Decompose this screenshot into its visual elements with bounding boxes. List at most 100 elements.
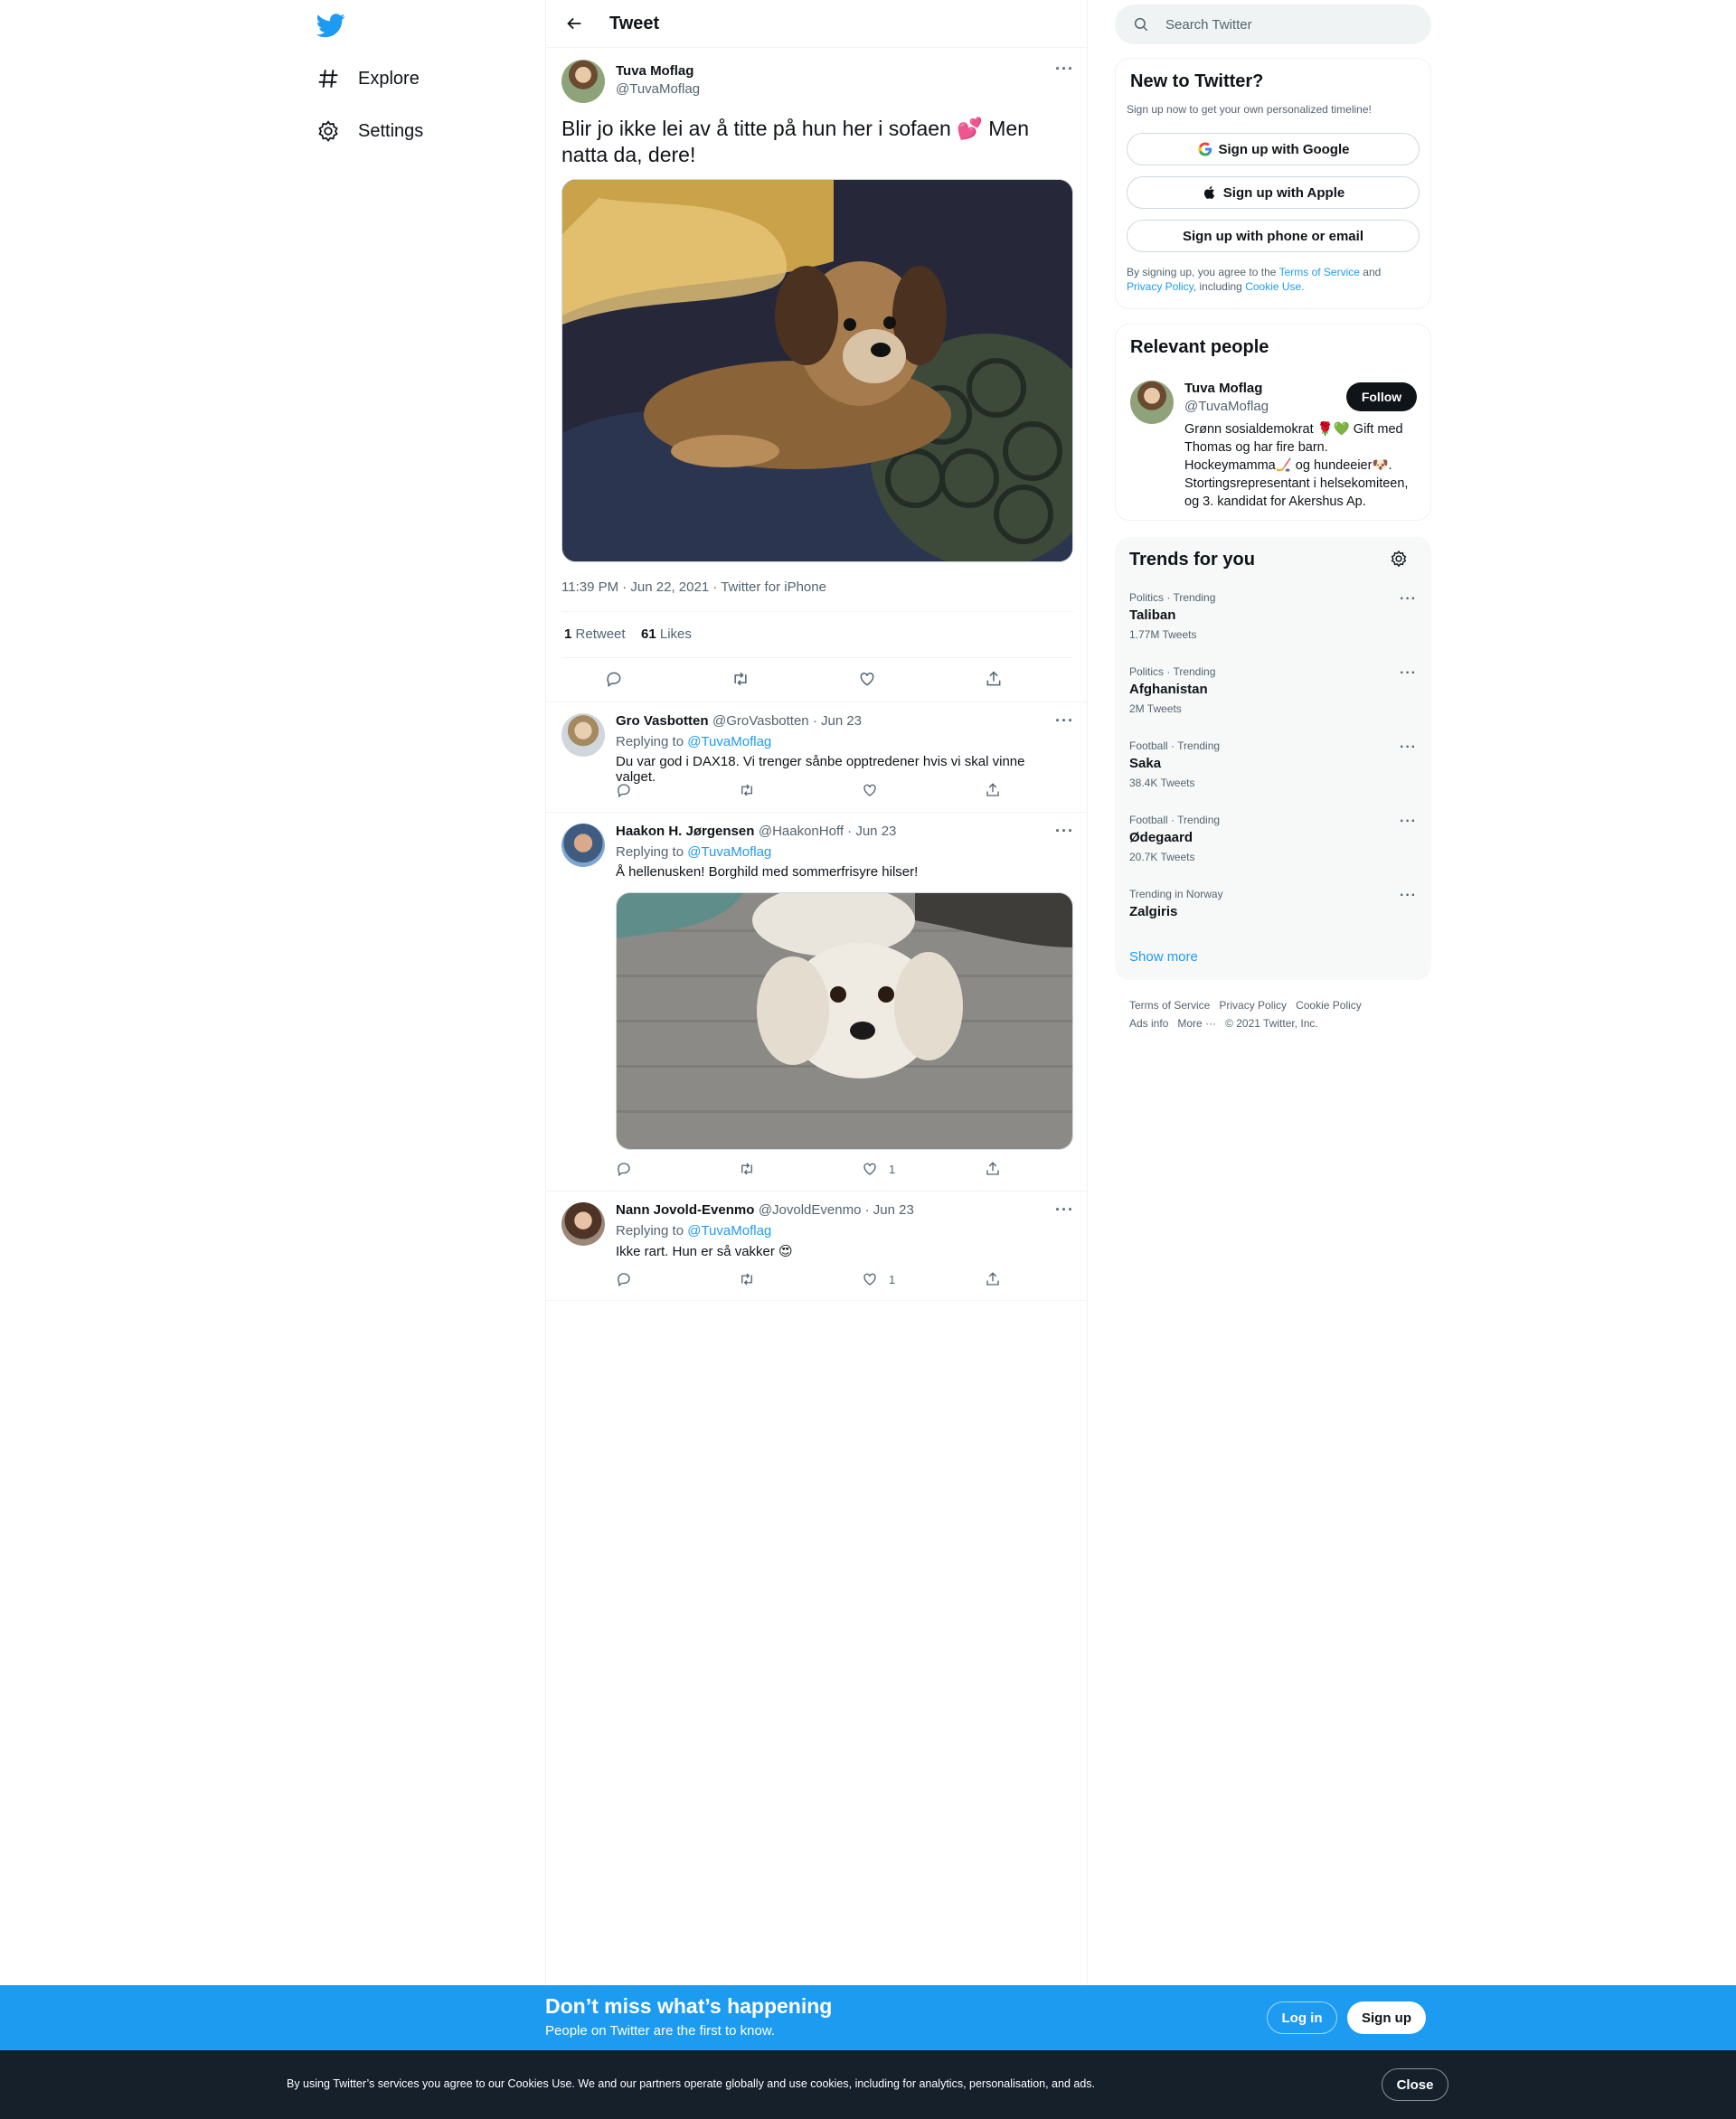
avatar[interactable] bbox=[561, 713, 605, 757]
terms-link[interactable]: Terms of Service bbox=[1279, 266, 1360, 278]
trend-count: 20.7K Tweets bbox=[1129, 851, 1195, 863]
retweet-icon[interactable] bbox=[739, 1271, 755, 1287]
login-button[interactable]: Log in bbox=[1267, 2001, 1337, 2034]
gear-icon[interactable] bbox=[1390, 550, 1408, 568]
retweet-icon[interactable] bbox=[731, 670, 750, 688]
signup-banner: Don’t miss what’s happening People on Tw… bbox=[0, 1985, 1736, 2050]
privacy-link[interactable]: Privacy Policy bbox=[1127, 280, 1194, 293]
trend-category: Politics · Trending bbox=[1129, 665, 1216, 678]
avatar[interactable] bbox=[561, 60, 605, 103]
reply-icon[interactable] bbox=[605, 670, 623, 688]
search-input[interactable]: Search Twitter bbox=[1115, 5, 1431, 44]
like-icon[interactable] bbox=[862, 782, 878, 798]
replying-to-prefix: Replying to bbox=[616, 734, 684, 749]
retweet-count-label: Retweet bbox=[575, 626, 626, 642]
reply-tweet[interactable]: Haakon H. Jørgensen @HaakonHoff · Jun 23… bbox=[546, 813, 1087, 1191]
tweet-actions bbox=[561, 669, 1073, 691]
reply-meta[interactable]: @GroVasbotten · Jun 23 bbox=[712, 713, 862, 729]
person-name[interactable]: Tuva Moflag bbox=[1184, 381, 1262, 396]
reply-author-name[interactable]: Haakon H. Jørgensen bbox=[616, 824, 754, 839]
footer-link[interactable]: Terms of Service bbox=[1129, 999, 1210, 1012]
signup-legal: By signing up, you agree to the Terms of… bbox=[1127, 265, 1416, 294]
relevant-people-title: Relevant people bbox=[1130, 337, 1269, 357]
trend-item[interactable]: Football · Trending Saka 38.4K Tweets ··… bbox=[1129, 739, 1417, 789]
trend-category: Trending in Norway bbox=[1129, 888, 1223, 900]
more-options-icon[interactable]: ··· bbox=[1400, 591, 1417, 607]
gear-icon bbox=[318, 120, 338, 142]
main-column: Tweet Tuva Moflag @TuvaMoflag ··· Blir j… bbox=[545, 0, 1088, 1985]
more-options-icon[interactable]: ··· bbox=[1400, 814, 1417, 830]
like-icon[interactable] bbox=[862, 1271, 878, 1287]
cookie-text: By using Twitter’s services you agree to… bbox=[287, 2077, 1096, 2090]
tweet-photo[interactable] bbox=[561, 179, 1073, 562]
replying-to-link[interactable]: @TuvaMoflag bbox=[687, 734, 771, 749]
search-icon bbox=[1134, 17, 1148, 32]
more-options-icon[interactable]: ··· bbox=[1055, 60, 1074, 79]
nav-item-settings[interactable]: Settings bbox=[316, 113, 423, 149]
more-options-icon[interactable]: ··· bbox=[1055, 1201, 1074, 1220]
like-icon[interactable] bbox=[862, 1161, 878, 1177]
trends-title: Trends for you bbox=[1129, 550, 1255, 570]
like-count: 1 bbox=[889, 1272, 896, 1286]
trend-item[interactable]: Politics · Trending Afghanistan 2M Tweet… bbox=[1129, 665, 1417, 715]
twitter-logo-icon[interactable] bbox=[316, 11, 345, 40]
signup-google-button[interactable]: Sign up with Google bbox=[1127, 133, 1420, 165]
footer-link[interactable]: Privacy Policy bbox=[1219, 999, 1287, 1012]
avatar[interactable] bbox=[1130, 381, 1174, 424]
reply-author-name[interactable]: Gro Vasbotten bbox=[616, 713, 709, 729]
avatar[interactable] bbox=[561, 824, 605, 867]
reply-meta[interactable]: @JovoldEvenmo · Jun 23 bbox=[759, 1202, 914, 1218]
search-placeholder: Search Twitter bbox=[1165, 16, 1252, 33]
legal-including: , including bbox=[1193, 280, 1242, 293]
reply-icon[interactable] bbox=[616, 1161, 632, 1177]
signup-phone-button[interactable]: Sign up with phone or email bbox=[1127, 220, 1420, 252]
footer-link[interactable]: Ads info bbox=[1129, 1017, 1168, 1030]
trends-card: Trends for you Politics · Trending Talib… bbox=[1115, 537, 1431, 980]
follow-button[interactable]: Follow bbox=[1346, 382, 1417, 411]
divider bbox=[561, 657, 1073, 658]
nav-item-explore[interactable]: Explore bbox=[316, 61, 420, 97]
tweet-timestamp[interactable]: 11:39 PM · Jun 22, 2021 · Twitter for iP… bbox=[561, 579, 826, 595]
reply-icon[interactable] bbox=[616, 782, 632, 798]
avatar[interactable] bbox=[561, 1202, 605, 1246]
share-icon[interactable] bbox=[985, 670, 1003, 688]
more-options-icon[interactable]: ··· bbox=[1400, 888, 1417, 904]
trend-count: 38.4K Tweets bbox=[1129, 777, 1195, 789]
more-options-icon[interactable]: ··· bbox=[1055, 711, 1074, 730]
author-handle[interactable]: @TuvaMoflag bbox=[616, 81, 700, 97]
trend-item[interactable]: Football · Trending Ødegaard 20.7K Tweet… bbox=[1129, 814, 1417, 863]
share-icon[interactable] bbox=[985, 782, 1001, 798]
cookie-link[interactable]: Cookie Use. bbox=[1245, 280, 1304, 293]
reply-icon[interactable] bbox=[616, 1271, 632, 1287]
copyright: © 2021 Twitter, Inc. bbox=[1225, 1017, 1318, 1030]
more-options-icon[interactable]: ··· bbox=[1400, 739, 1417, 756]
person-handle[interactable]: @TuvaMoflag bbox=[1184, 399, 1269, 414]
close-cookie-button[interactable]: Close bbox=[1382, 2068, 1448, 2101]
reply-meta[interactable]: @HaakonHoff · Jun 23 bbox=[759, 824, 897, 839]
footer-link[interactable]: Cookie Policy bbox=[1296, 999, 1362, 1012]
retweet-count[interactable]: 1 Retweet bbox=[564, 626, 626, 642]
reply-tweet[interactable]: Gro Vasbotten @GroVasbotten · Jun 23 ···… bbox=[546, 702, 1087, 812]
show-more-link[interactable]: Show more bbox=[1129, 949, 1198, 965]
retweet-icon[interactable] bbox=[739, 1161, 755, 1177]
retweet-icon[interactable] bbox=[739, 782, 755, 798]
signup-apple-button[interactable]: Sign up with Apple bbox=[1127, 176, 1420, 209]
reply-author-name[interactable]: Nann Jovold-Evenmo bbox=[616, 1202, 754, 1218]
signup-button[interactable]: Sign up bbox=[1347, 2001, 1426, 2034]
footer-link[interactable]: More ··· bbox=[1177, 1017, 1216, 1030]
more-options-icon[interactable]: ··· bbox=[1400, 665, 1417, 682]
share-icon[interactable] bbox=[985, 1271, 1001, 1287]
divider bbox=[546, 1300, 1087, 1301]
replying-to-link[interactable]: @TuvaMoflag bbox=[687, 1223, 771, 1238]
back-arrow-icon[interactable] bbox=[564, 14, 584, 33]
replying-to-link[interactable]: @TuvaMoflag bbox=[687, 844, 771, 860]
author-name[interactable]: Tuva Moflag bbox=[616, 63, 693, 79]
more-options-icon[interactable]: ··· bbox=[1055, 822, 1074, 841]
like-count[interactable]: 61 Likes bbox=[641, 626, 692, 642]
trend-item[interactable]: Trending in Norway Zalgiris ··· bbox=[1129, 888, 1417, 919]
reply-tweet[interactable]: Nann Jovold-Evenmo @JovoldEvenmo · Jun 2… bbox=[546, 1191, 1087, 1300]
like-icon[interactable] bbox=[858, 670, 876, 688]
trend-item[interactable]: Politics · Trending Taliban 1.77M Tweets… bbox=[1129, 591, 1417, 641]
reply-photo[interactable] bbox=[616, 892, 1073, 1150]
share-icon[interactable] bbox=[985, 1161, 1001, 1177]
